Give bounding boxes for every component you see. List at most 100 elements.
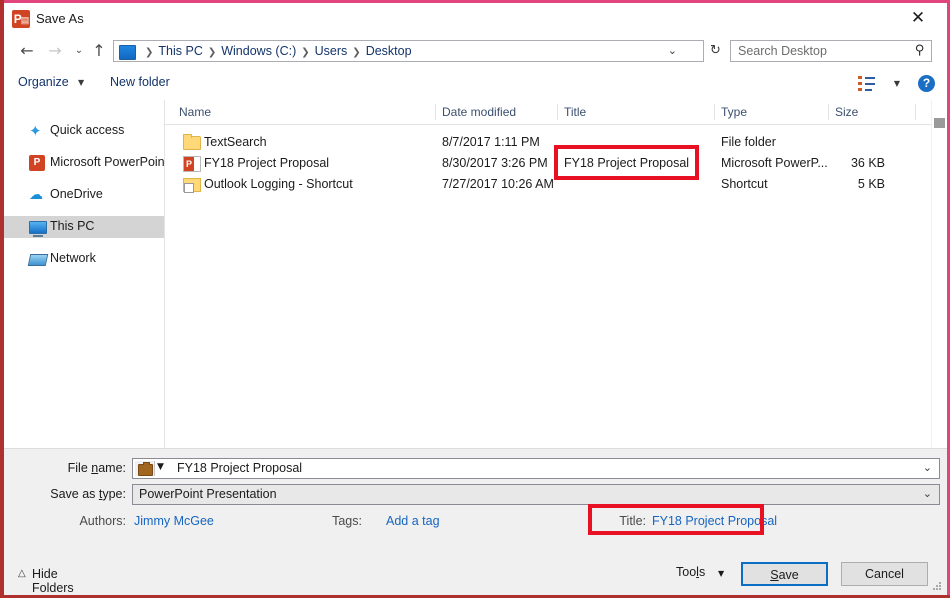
search-input[interactable]: Search Desktop ⚲ [730, 40, 932, 62]
sidebar-item-label: Microsoft PowerPoin [50, 155, 165, 169]
file-name: FY18 Project Proposal [204, 156, 329, 170]
chevron-down-icon[interactable]: ⌄ [923, 487, 932, 500]
file-date-modified: 8/7/2017 1:11 PM [442, 135, 540, 149]
breadcrumb-item-users[interactable]: Users [315, 44, 348, 58]
sidebar-item-label: Quick access [50, 123, 124, 137]
save-as-type-value: PowerPoint Presentation [139, 487, 277, 501]
chevron-down-icon[interactable]: ▼ [78, 78, 84, 87]
organize-button[interactable]: Organize [18, 75, 69, 89]
title-value[interactable]: FY18 Project Proposal [652, 514, 777, 528]
up-icon[interactable]: ↑ [88, 40, 110, 62]
file-size: 5 KB [835, 177, 885, 191]
folder-icon [183, 136, 201, 150]
file-name-label: File name: [4, 461, 126, 475]
save-form: File name: ▼ FY18 Project Proposal ⌄ Sav… [4, 448, 947, 552]
add-a-tag-link[interactable]: Add a tag [386, 514, 440, 528]
briefcase-icon[interactable] [135, 461, 154, 476]
file-type: File folder [721, 135, 776, 149]
column-header-size[interactable]: Size [835, 105, 858, 119]
cancel-button[interactable]: Cancel [841, 562, 928, 586]
sidebar-item-label: Network [50, 251, 96, 265]
column-header-name[interactable]: Name [179, 105, 211, 119]
search-icon: ⚲ [915, 43, 925, 58]
forward-icon[interactable]: → [44, 40, 66, 62]
close-icon[interactable]: ✕ [895, 3, 941, 33]
back-icon[interactable]: ← [16, 40, 38, 62]
table-row[interactable]: TextSearch 8/7/2017 1:11 PM File folder [165, 132, 947, 153]
vertical-scrollbar[interactable] [931, 100, 947, 448]
help-icon[interactable]: ? [918, 75, 935, 92]
recent-locations-icon[interactable]: ⌄ [68, 40, 90, 62]
file-name-value: FY18 Project Proposal [177, 461, 302, 475]
window-title: Save As [36, 11, 84, 26]
save-as-type-label: Save as type: [4, 487, 126, 501]
tools-button[interactable]: Tools [676, 565, 705, 579]
sidebar-item-onedrive[interactable]: ☁ OneDrive [4, 184, 164, 206]
table-row[interactable]: FY18 Project Proposal 8/30/2017 3:26 PM … [165, 153, 947, 174]
sidebar-item-quick-access[interactable]: ✦ Quick access [4, 120, 164, 142]
breadcrumb-separator: ❯ [140, 47, 158, 58]
breadcrumb-item-this-pc[interactable]: This PC [158, 44, 202, 58]
file-size: 36 KB [835, 156, 885, 170]
navigation-sidebar: ✦ Quick access P Microsoft PowerPoin ☁ O… [4, 100, 165, 448]
network-icon [28, 254, 49, 266]
dialog-button-bar: △ Hide Folders Tools ▼ Save Cancel [4, 551, 947, 595]
chevron-down-icon[interactable]: ▼ [718, 569, 724, 578]
cloud-icon: ☁ [29, 187, 45, 203]
breadcrumb: ❯This PC❯Windows (C:)❯Users❯Desktop [140, 44, 412, 58]
breadcrumb-separator: ❯ [347, 47, 365, 58]
column-header-row: Name Date modified Title Type Size [165, 100, 947, 125]
file-type: Shortcut [721, 177, 768, 191]
search-placeholder: Search Desktop [738, 44, 827, 58]
file-type: Microsoft PowerP... [721, 156, 828, 170]
resize-grip[interactable] [933, 582, 942, 591]
star-icon: ✦ [29, 123, 45, 139]
powerpoint-icon: P▤ [12, 10, 30, 28]
authors-value[interactable]: Jimmy McGee [134, 514, 214, 528]
sidebar-item-this-pc[interactable]: This PC [4, 216, 164, 238]
view-layout-icon[interactable] [858, 76, 875, 91]
chevron-down-icon[interactable]: ⌄ [923, 461, 932, 474]
file-name-input[interactable]: ▼ FY18 Project Proposal ⌄ [132, 458, 940, 479]
new-folder-button[interactable]: New folder [110, 75, 170, 89]
file-list-pane: Name Date modified Title Type Size TextS… [165, 100, 947, 448]
chevron-down-icon[interactable]: ▼ [157, 462, 164, 472]
shortcut-icon [183, 178, 201, 192]
title-label: Title: [602, 514, 646, 528]
save-button[interactable]: Save [741, 562, 828, 586]
file-title: FY18 Project Proposal [564, 156, 689, 170]
powerpoint-document-icon [183, 156, 201, 172]
address-bar[interactable]: ❯This PC❯Windows (C:)❯Users❯Desktop ⌄ [113, 40, 704, 62]
authors-label: Authors: [44, 514, 126, 528]
save-as-dialog: P▤ Save As ✕ ← → ⌄ ↑ ❯This PC❯Windows (C… [0, 0, 950, 598]
navigation-bar: ← → ⌄ ↑ ❯This PC❯Windows (C:)❯Users❯Desk… [4, 35, 947, 68]
save-as-type-select[interactable]: PowerPoint Presentation ⌄ [132, 484, 940, 505]
title-bar: P▤ Save As ✕ [4, 3, 947, 35]
sidebar-item-network[interactable]: Network [4, 248, 164, 270]
table-row[interactable]: Outlook Logging - Shortcut 7/27/2017 10:… [165, 174, 947, 195]
chevron-up-icon: △ [18, 568, 26, 579]
file-date-modified: 8/30/2017 3:26 PM [442, 156, 548, 170]
breadcrumb-separator: ❯ [296, 47, 314, 58]
command-bar: Organize ▼ New folder ▼ ? [4, 68, 947, 101]
breadcrumb-item-windows-c[interactable]: Windows (C:) [221, 44, 296, 58]
sidebar-item-microsoft-powerpoint[interactable]: P Microsoft PowerPoin [4, 152, 164, 174]
file-date-modified: 7/27/2017 10:26 AM [442, 177, 554, 191]
hide-folders-label: Hide Folders [32, 567, 74, 595]
file-name: TextSearch [204, 135, 267, 149]
sidebar-item-label: This PC [50, 219, 94, 233]
column-header-date-modified[interactable]: Date modified [442, 105, 516, 119]
scrollbar-thumb[interactable] [934, 118, 945, 128]
powerpoint-icon: P [29, 155, 45, 171]
file-name: Outlook Logging - Shortcut [204, 177, 353, 191]
chevron-down-icon[interactable]: ▼ [894, 79, 900, 88]
chevron-down-icon[interactable]: ⌄ [668, 44, 677, 57]
column-header-type[interactable]: Type [721, 105, 747, 119]
this-pc-icon [119, 45, 136, 60]
tags-label: Tags: [304, 514, 362, 528]
sidebar-item-label: OneDrive [50, 187, 103, 201]
monitor-icon [29, 221, 47, 234]
breadcrumb-item-desktop[interactable]: Desktop [366, 44, 412, 58]
breadcrumb-separator: ❯ [203, 47, 221, 58]
column-header-title[interactable]: Title [564, 105, 586, 119]
